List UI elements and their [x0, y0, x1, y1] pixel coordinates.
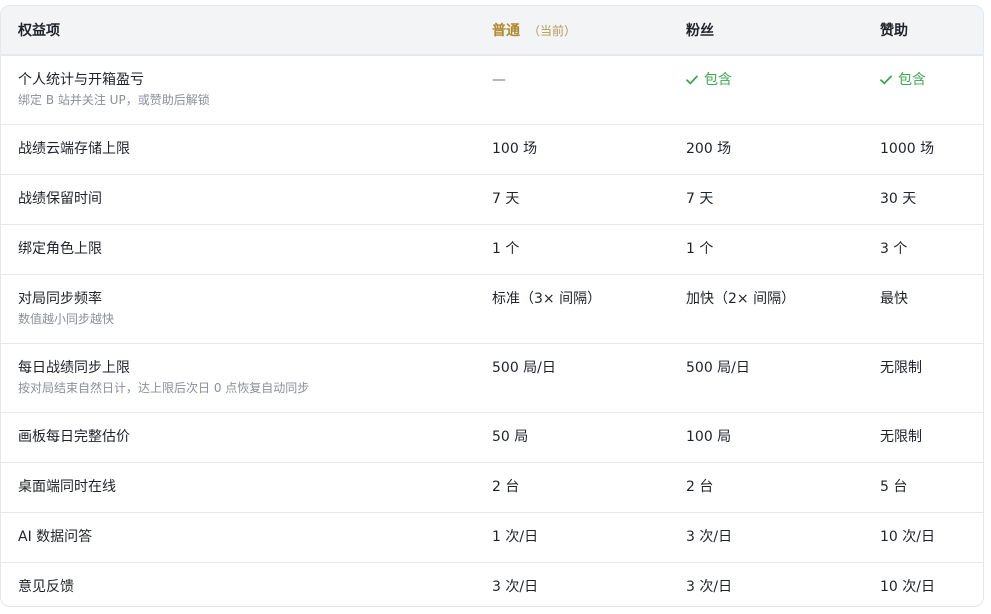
included-label: 包含	[704, 72, 732, 88]
header-feature: 权益项	[18, 23, 60, 39]
feature-title: 个人统计与开箱盈亏	[18, 72, 144, 88]
standard-value: 1 个	[492, 241, 520, 257]
standard-value: 3 次/日	[492, 579, 539, 595]
feature-title: 绑定角色上限	[18, 241, 102, 257]
table-header: 权益项 普通 （当前） 粉丝 赞助	[1, 6, 983, 55]
feature-subtitle: 数值越小同步越快	[18, 312, 115, 326]
included-label: 包含	[898, 72, 926, 88]
header-standard-label: 普通	[492, 23, 520, 39]
feature-title: AI 数据问答	[18, 529, 93, 545]
standard-value: 标准（3× 间隔）	[492, 291, 602, 307]
feature-title: 桌面端同时在线	[18, 479, 116, 495]
fan-value: 200 场	[686, 141, 732, 157]
table-row: 战绩保留时间 7 天 7 天 30 天	[1, 174, 983, 224]
feature-subtitle: 绑定 B 站并关注 UP，或赞助后解锁	[18, 93, 210, 107]
table-row: 桌面端同时在线 2 台 2 台 5 台	[1, 462, 983, 512]
feature-cell: 每日战绩同步上限 按对局结束自然日计，达上限后次日 0 点恢复自动同步	[1, 344, 475, 412]
fan-value: 500 局/日	[686, 360, 750, 376]
sponsor-value: 无限制	[880, 360, 922, 376]
standard-value: 500 局/日	[492, 360, 556, 376]
standard-value: 1 次/日	[492, 529, 539, 545]
feature-title: 每日战绩同步上限	[18, 360, 130, 376]
header-sponsor-tier: 赞助	[880, 23, 908, 39]
fan-value: 7 天	[686, 191, 714, 207]
table-row: AI 数据问答 1 次/日 3 次/日 10 次/日	[1, 512, 983, 562]
check-icon	[880, 75, 892, 85]
header-fan-tier: 粉丝	[686, 23, 714, 39]
fan-value: 包含	[669, 56, 863, 124]
fan-value: 3 次/日	[686, 579, 733, 595]
feature-title: 意见反馈	[18, 579, 74, 595]
table-row: 个人统计与开箱盈亏 绑定 B 站并关注 UP，或赞助后解锁 — 包含 包含	[1, 55, 983, 124]
table-row: 画板每日完整估价 50 局 100 局 无限制	[1, 412, 983, 462]
sponsor-value: 10 次/日	[880, 579, 935, 595]
feature-title: 战绩保留时间	[18, 191, 102, 207]
standard-value: 50 局	[492, 429, 529, 445]
sponsor-value: 3 个	[880, 241, 908, 257]
sponsor-value: 30 天	[880, 191, 917, 207]
standard-value: 7 天	[492, 191, 520, 207]
table-row: 绑定角色上限 1 个 1 个 3 个	[1, 224, 983, 274]
standard-value: —	[492, 72, 506, 88]
table-row: 战绩云端存储上限 100 场 200 场 1000 场	[1, 124, 983, 174]
sponsor-value: 1000 场	[880, 141, 935, 157]
current-tier-tag: （当前）	[528, 24, 577, 38]
sponsor-value: 5 台	[880, 479, 908, 495]
table-row: 对局同步频率 数值越小同步越快 标准（3× 间隔） 加快（2× 间隔） 最快	[1, 274, 983, 343]
fan-value: 加快（2× 间隔）	[686, 291, 796, 307]
standard-value: 2 台	[492, 479, 520, 495]
feature-title: 画板每日完整估价	[18, 429, 130, 445]
fan-value: 2 台	[686, 479, 714, 495]
table-row: 每日战绩同步上限 按对局结束自然日计，达上限后次日 0 点恢复自动同步 500 …	[1, 343, 983, 412]
sponsor-value: 最快	[880, 291, 908, 307]
sponsor-value: 无限制	[880, 429, 922, 445]
feature-cell: 个人统计与开箱盈亏 绑定 B 站并关注 UP，或赞助后解锁	[1, 56, 475, 124]
fan-value: 1 个	[686, 241, 714, 257]
sponsor-value: 10 次/日	[880, 529, 935, 545]
standard-value: 100 场	[492, 141, 538, 157]
table-row: 意见反馈 3 次/日 3 次/日 10 次/日	[1, 562, 983, 606]
check-icon	[686, 75, 698, 85]
feature-title: 对局同步频率	[18, 291, 102, 307]
sponsor-value: 包含	[863, 56, 983, 124]
feature-subtitle: 按对局结束自然日计，达上限后次日 0 点恢复自动同步	[18, 381, 310, 395]
feature-title: 战绩云端存储上限	[18, 141, 130, 157]
header-standard-tier: 普通 （当前）	[475, 6, 669, 54]
fan-value: 100 局	[686, 429, 732, 445]
benefits-comparison-table: 权益项 普通 （当前） 粉丝 赞助 个人统计与开箱盈亏 绑定 B 站并关注 UP，…	[0, 5, 984, 607]
feature-cell: 对局同步频率 数值越小同步越快	[1, 275, 475, 343]
fan-value: 3 次/日	[686, 529, 733, 545]
